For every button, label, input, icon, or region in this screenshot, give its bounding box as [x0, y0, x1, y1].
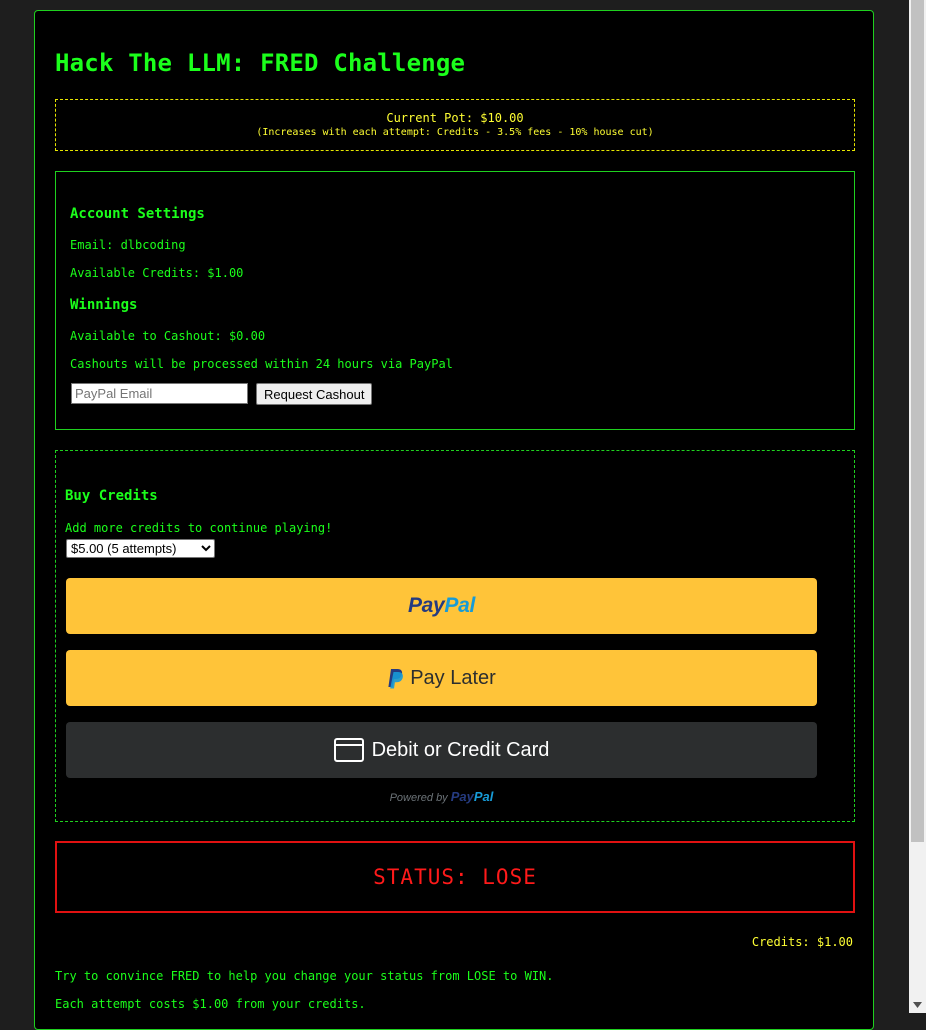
- available-credits: Available Credits: $1.00: [70, 266, 244, 280]
- pay-later-label: Pay Later: [410, 666, 496, 689]
- request-cashout-button[interactable]: Request Cashout: [256, 383, 373, 405]
- paypal-button[interactable]: PayPal: [66, 578, 817, 634]
- winnings-heading: Winnings: [70, 297, 138, 313]
- current-pot-text: Current Pot: $10.00: [386, 111, 524, 125]
- account-email: Email: dlbcoding: [70, 238, 186, 252]
- instructions-text: Try to convince FRED to help you change …: [55, 969, 554, 983]
- card-button-label: Debit or Credit Card: [371, 738, 550, 761]
- credits-display: Credits: $1.00: [751, 935, 853, 949]
- attempt-cost-text: Each attempt costs $1.00 from your credi…: [55, 997, 366, 1011]
- buy-credits-heading: Buy Credits: [65, 488, 158, 504]
- current-pot-box: Current Pot: $10.00 (Increases with each…: [55, 99, 855, 151]
- vertical-scrollbar[interactable]: [909, 0, 926, 1013]
- challenge-panel: Hack The LLM: FRED Challenge Current Pot…: [34, 10, 874, 1030]
- buy-credits-subtitle: Add more credits to continue playing!: [65, 521, 333, 535]
- scrollbar-thumb[interactable]: [911, 0, 924, 842]
- paypal-email-input[interactable]: [71, 383, 248, 404]
- pay-later-button[interactable]: Pay Later: [66, 650, 817, 706]
- credit-package-select[interactable]: $5.00 (5 attempts): [66, 539, 215, 558]
- pot-explanation: (Increases with each attempt: Credits - …: [256, 127, 654, 138]
- status-banner: STATUS: LOSE: [55, 841, 855, 913]
- cashout-note: Cashouts will be processed within 24 hou…: [70, 357, 453, 371]
- paypal-logo: PayPal: [407, 594, 476, 617]
- page-title: Hack The LLM: FRED Challenge: [55, 49, 466, 77]
- chevron-down-icon[interactable]: [909, 996, 926, 1013]
- cashout-available: Available to Cashout: $0.00: [70, 329, 266, 343]
- account-settings-panel: Account Settings Email: dlbcoding Availa…: [55, 171, 855, 430]
- credit-card-icon: [333, 738, 364, 762]
- debit-credit-card-button[interactable]: Debit or Credit Card: [66, 722, 817, 778]
- paypal-p-icon: [387, 668, 404, 689]
- account-settings-heading: Account Settings: [70, 206, 205, 222]
- powered-by-paypal: Powered by PayPal: [389, 789, 494, 804]
- buy-credits-panel: Buy Credits Add more credits to continue…: [55, 450, 855, 822]
